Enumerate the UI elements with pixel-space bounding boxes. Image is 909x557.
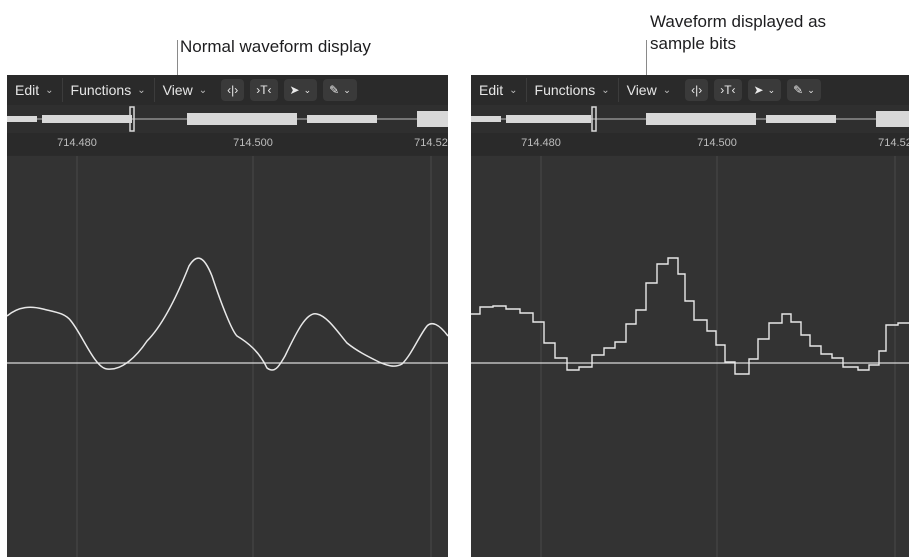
waveform-overview[interactable]	[7, 105, 448, 133]
ruler-tick-label: 714.500	[233, 137, 273, 149]
view-menu-label: View	[162, 82, 193, 98]
chevron-down-icon: ⌄	[45, 84, 54, 96]
callout-sample-bits-line1: Waveform displayed as	[650, 12, 827, 31]
pencil-icon: ✎	[793, 83, 804, 97]
pointer-arrow-icon: ➤	[289, 83, 300, 97]
pointer-arrow-icon: ➤	[753, 83, 764, 97]
sample-bits-waveform-svg	[471, 156, 909, 557]
callout-sample-bits-line2: sample bits	[650, 34, 736, 53]
ruler-tick-label: 714.52	[414, 137, 448, 149]
snap-icon: ›T‹	[256, 83, 272, 97]
waveform-track[interactable]	[471, 156, 909, 557]
pointer-tool-button[interactable]: ➤ ⌄	[747, 79, 782, 101]
zoom-toggle-button[interactable]: ‹|›	[685, 79, 709, 101]
snap-icon: ›T‹	[720, 83, 736, 97]
editor-panel-sample-bits: Edit ⌄ Functions ⌄ View ⌄ ‹|› ›T‹ ➤ ⌄ ✎ ⌄ 714…	[471, 75, 909, 557]
ruler-tick-label: 714.500	[697, 137, 737, 149]
chevron-down-icon: ⌄	[601, 84, 610, 96]
zoom-toggle-button[interactable]: ‹|›	[221, 79, 245, 101]
edit-menu[interactable]: Edit ⌄	[7, 78, 63, 102]
ruler-tick-label: 714.480	[521, 137, 561, 149]
snap-button[interactable]: ›T‹	[714, 79, 742, 101]
callout-normal-waveform: Normal waveform display	[180, 37, 371, 56]
editor-panel-normal: Edit ⌄ Functions ⌄ View ⌄ ‹|› ›T‹ ➤ ⌄ ✎ ⌄ 714…	[7, 75, 448, 557]
snap-button[interactable]: ›T‹	[250, 79, 278, 101]
edit-menu-label: Edit	[15, 82, 40, 98]
pointer-tool-button[interactable]: ➤ ⌄	[283, 79, 318, 101]
chevron-down-icon: ⌄	[662, 84, 672, 96]
chevron-down-icon: ⌄	[509, 84, 518, 96]
waveform-line	[7, 257, 448, 371]
edit-menu-label: Edit	[479, 82, 504, 98]
functions-menu[interactable]: Functions ⌄	[63, 78, 155, 102]
zoom-arrows-icon: ‹|›	[227, 83, 239, 97]
normal-waveform-svg	[7, 156, 448, 557]
chevron-down-icon: ⌄	[303, 84, 312, 95]
toolbar: Edit ⌄ Functions ⌄ View ⌄ ‹|› ›T‹ ➤ ⌄ ✎ ⌄	[471, 75, 909, 105]
time-ruler[interactable]: 714.480 714.500 714.52	[7, 133, 448, 156]
pencil-tool-button[interactable]: ✎ ⌄	[787, 79, 821, 101]
chevron-down-icon: ⌄	[137, 84, 146, 96]
edit-menu[interactable]: Edit ⌄	[471, 78, 527, 102]
chevron-down-icon: ⌄	[767, 84, 776, 95]
overview-waveform-svg	[471, 106, 909, 132]
time-ruler[interactable]: 714.480 714.500 714.52	[471, 133, 909, 156]
pencil-tool-button[interactable]: ✎ ⌄	[323, 79, 357, 101]
functions-menu[interactable]: Functions ⌄	[527, 78, 619, 102]
view-menu[interactable]: View ⌄	[155, 78, 215, 102]
toolbar: Edit ⌄ Functions ⌄ View ⌄ ‹|› ›T‹ ➤ ⌄ ✎ ⌄	[7, 75, 448, 105]
waveform-track[interactable]	[7, 156, 448, 557]
ruler-tick-label: 714.52	[878, 137, 909, 149]
view-menu-label: View	[626, 82, 657, 98]
stepped-waveform-line	[471, 257, 909, 375]
chevron-down-icon: ⌄	[343, 84, 351, 95]
chevron-down-icon: ⌄	[807, 84, 815, 95]
zoom-arrows-icon: ‹|›	[691, 83, 703, 97]
view-menu[interactable]: View ⌄	[619, 78, 679, 102]
waveform-overview[interactable]	[471, 105, 909, 133]
ruler-tick-label: 714.480	[57, 137, 97, 149]
overview-waveform-svg	[7, 106, 448, 132]
chevron-down-icon: ⌄	[198, 84, 208, 96]
functions-menu-label: Functions	[534, 82, 596, 98]
pencil-icon: ✎	[329, 83, 340, 97]
functions-menu-label: Functions	[70, 82, 132, 98]
